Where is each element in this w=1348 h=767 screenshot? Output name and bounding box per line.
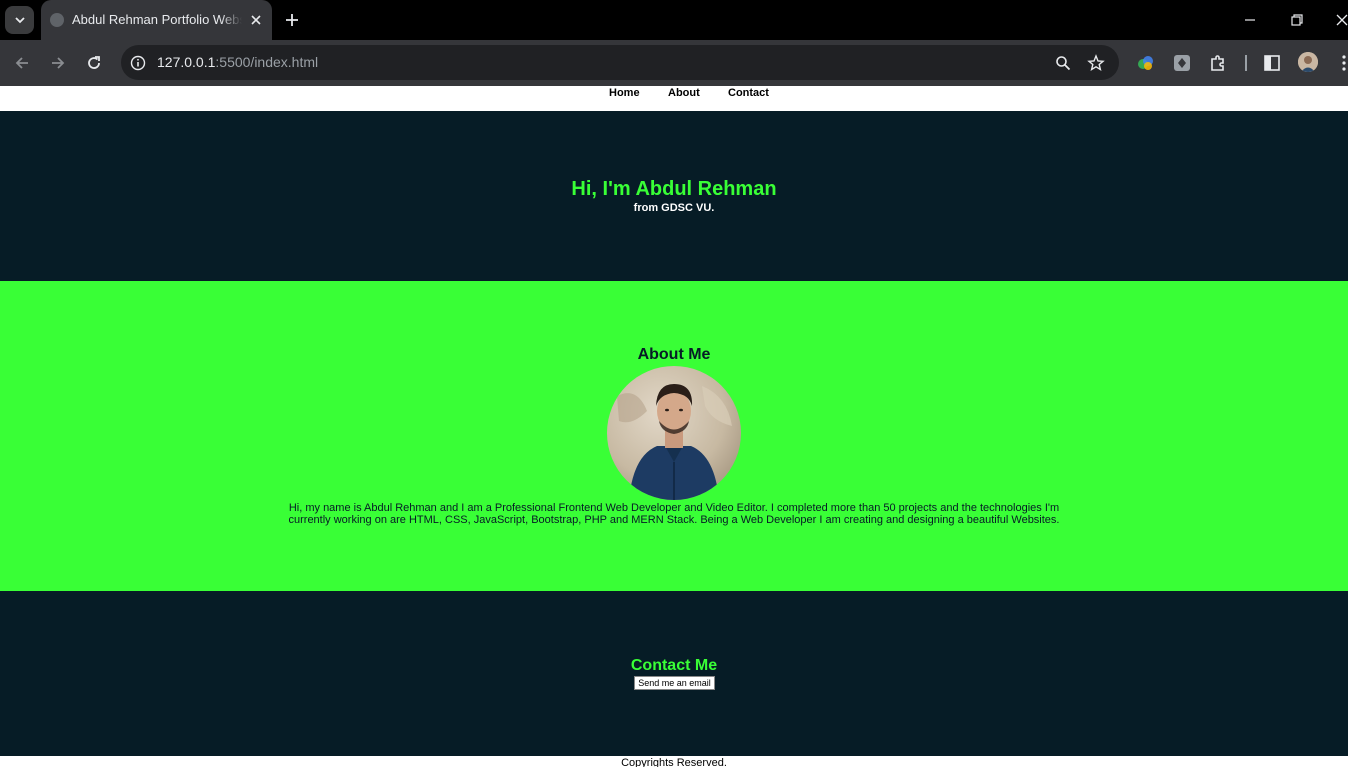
back-icon[interactable] [12, 53, 32, 73]
new-tab-icon[interactable] [282, 10, 302, 30]
profile-photo [607, 366, 741, 500]
reload-icon[interactable] [84, 53, 104, 73]
tab-search-button[interactable] [5, 6, 34, 34]
page-footer: Copyrights Reserved. [0, 756, 1348, 767]
globe-icon [50, 13, 64, 27]
extension-icon[interactable] [1172, 53, 1192, 73]
url-text[interactable]: 127.0.0.1:5500/index.html [157, 54, 318, 70]
minimize-icon[interactable] [1242, 12, 1258, 28]
nav-link-contact[interactable]: Contact [728, 87, 769, 99]
color-extension-icon[interactable] [1136, 53, 1156, 73]
url-host: 127.0.0.1 [157, 54, 216, 70]
browser-tab-strip: Abdul Rehman Portfolio Website [0, 0, 1348, 40]
hero-title: Hi, I'm Abdul Rehman [571, 178, 777, 200]
footer-copyright: Copyrights Reserved. [621, 757, 727, 767]
contact-section: Contact Me Send me an email [0, 591, 1348, 756]
close-tab-icon[interactable] [248, 12, 264, 28]
bookmark-star-icon[interactable] [1087, 54, 1105, 72]
puzzle-extensions-icon[interactable] [1208, 53, 1228, 73]
top-navigation: Home About Contact [0, 86, 1348, 111]
browser-tab[interactable]: Abdul Rehman Portfolio Website [41, 0, 272, 40]
close-window-icon[interactable] [1334, 12, 1348, 28]
restore-icon[interactable] [1289, 12, 1305, 28]
side-panel-icon[interactable] [1262, 53, 1282, 73]
more-menu-icon[interactable] [1334, 53, 1348, 73]
tab-title: Abdul Rehman Portfolio Website [72, 12, 242, 27]
about-heading: About Me [637, 346, 711, 363]
chevron-down-icon [14, 17, 25, 24]
hero-section: Hi, I'm Abdul Rehman from GDSC VU. [0, 111, 1348, 281]
page-viewport: Home About Contact Hi, I'm Abdul Rehman … [0, 86, 1348, 767]
nav-link-about[interactable]: About [668, 87, 700, 99]
about-section: About Me Hi, my name is Abdul Rehman and… [0, 281, 1348, 591]
site-info-icon[interactable] [130, 55, 146, 71]
browser-toolbar: 127.0.0.1:5500/index.html [0, 40, 1348, 86]
zoom-icon[interactable] [1054, 54, 1072, 72]
url-path: :5500/index.html [215, 54, 319, 70]
send-email-button[interactable]: Send me an email [634, 676, 715, 690]
about-description: Hi, my name is Abdul Rehman and I am a P… [288, 502, 1060, 526]
hero-subtitle: from GDSC VU. [633, 202, 715, 214]
toolbar-divider [1245, 55, 1247, 71]
address-bar[interactable]: 127.0.0.1:5500/index.html [121, 45, 1119, 80]
forward-icon[interactable] [48, 53, 68, 73]
profile-avatar[interactable] [1298, 52, 1318, 72]
nav-link-home[interactable]: Home [609, 87, 640, 99]
contact-heading: Contact Me [630, 657, 718, 674]
